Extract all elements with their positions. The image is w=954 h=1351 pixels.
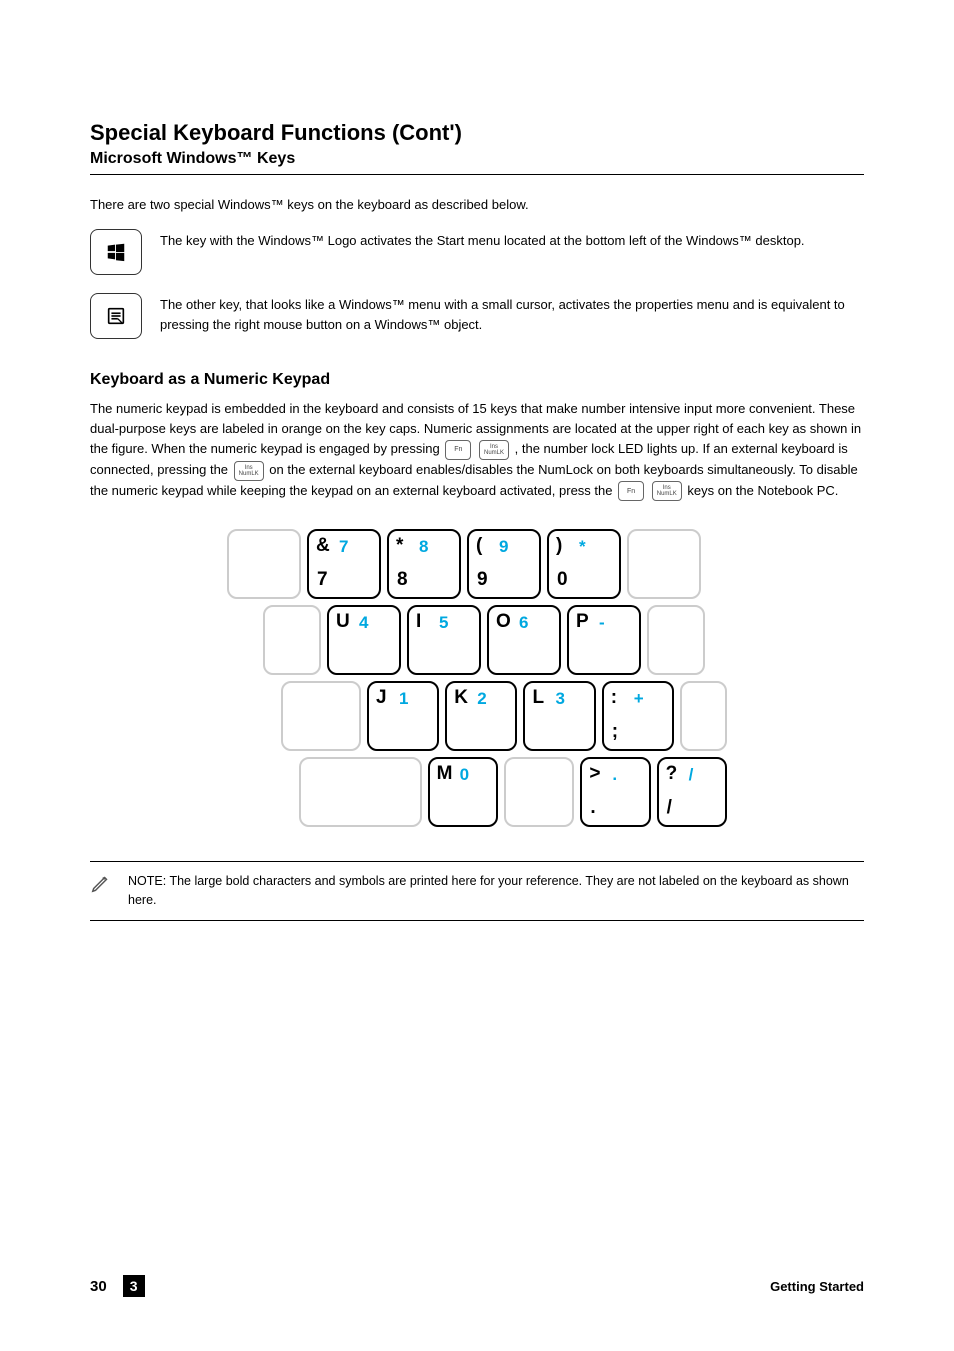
windows-key-description: The key with the Windows™ Logo activates… (160, 229, 864, 251)
blank-key (299, 757, 422, 827)
menu-key-description: The other key, that looks like a Windows… (160, 293, 864, 335)
numlk-key-icon: InsNumLK (479, 440, 509, 460)
section-subtitle: Microsoft Windows™ Keys (90, 150, 864, 168)
keypad-paragraph: The numeric keypad is embedded in the ke… (90, 399, 864, 501)
keypad-key: I5 (407, 605, 481, 675)
keypad-key: *88 (387, 529, 461, 599)
blank-key (281, 681, 361, 751)
blank-key (627, 529, 701, 599)
keypad-key: L3 (523, 681, 595, 751)
blank-key (263, 605, 321, 675)
keypad-key: (99 (467, 529, 541, 599)
fn-key-icon: Fn (445, 440, 471, 460)
divider (90, 174, 864, 175)
blank-key (504, 757, 574, 827)
keypad-key: :+; (602, 681, 674, 751)
chapter-title: Getting Started (770, 1279, 864, 1294)
chapter-number-box: 3 (123, 1275, 145, 1297)
note-text: NOTE: The large bold characters and symb… (128, 872, 864, 910)
keypad-title: Keyboard as a Numeric Keypad (90, 371, 864, 389)
note-box: NOTE: The large bold characters and symb… (90, 861, 864, 921)
blank-key (680, 681, 727, 751)
blank-key (647, 605, 705, 675)
keypad-key: >.. (580, 757, 650, 827)
keypad-key: J1 (367, 681, 439, 751)
keypad-key: U4 (327, 605, 401, 675)
blank-key (227, 529, 301, 599)
note-pencil-icon (90, 872, 112, 894)
windows-logo-key-icon (90, 229, 142, 275)
section-title: Special Keyboard Functions (Cont') (90, 120, 864, 146)
numlk-key-icon: InsNumLK (234, 461, 264, 481)
keypad-key: P- (567, 605, 641, 675)
keypad-key: M0 (428, 757, 498, 827)
fn-key-icon: Fn (618, 481, 644, 501)
keypad-key: )*0 (547, 529, 621, 599)
section-intro: There are two special Windows™ keys on t… (90, 195, 864, 215)
keypad-key: &77 (307, 529, 381, 599)
keypad-diagram: &77*88(99)*0 U4I5O6P- J1K2L3:+; M0 >..?// (227, 529, 727, 827)
numlk-key-icon: InsNumLK (652, 481, 682, 501)
keypad-key: K2 (445, 681, 517, 751)
keypad-key: ?// (657, 757, 727, 827)
page-number: 30 (90, 1278, 107, 1295)
context-menu-key-icon (90, 293, 142, 339)
keypad-key: O6 (487, 605, 561, 675)
